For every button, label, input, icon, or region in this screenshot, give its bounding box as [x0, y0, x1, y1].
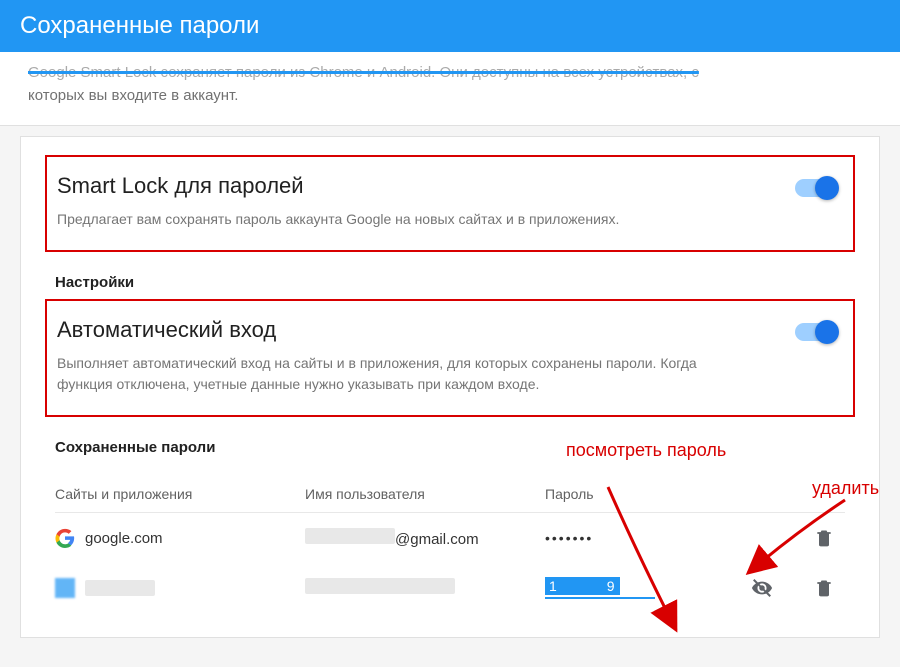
- blurred-username: [305, 578, 455, 594]
- smartlock-title: Smart Lock для паролей: [57, 173, 843, 199]
- column-pass: Пароль: [545, 486, 675, 502]
- intro-line1-struck: Google Smart Lock сохраняет пароли из Ch…: [28, 64, 699, 81]
- show-password-button[interactable]: [751, 577, 773, 599]
- settings-card: Smart Lock для паролей Предлагает вам со…: [20, 136, 880, 638]
- toggle-knob: [815, 320, 839, 344]
- column-user: Имя пользователя: [305, 486, 545, 502]
- smartlock-desc: Предлагает вам сохранять пароль аккаунта…: [57, 209, 697, 230]
- pass-cell: •••••••: [545, 530, 675, 547]
- delete-button[interactable]: [813, 527, 835, 549]
- google-icon: [55, 528, 75, 548]
- toggle-knob: [815, 176, 839, 200]
- settings-heading: Настройки: [45, 252, 855, 299]
- intro-text: Google Smart Lock сохраняет пароли из Ch…: [0, 52, 900, 126]
- intro-line2: которых вы входите в аккаунт.: [28, 87, 238, 104]
- blurred-site: [85, 580, 155, 596]
- autologin-toggle[interactable]: [795, 323, 835, 341]
- user-suffix: @gmail.com: [395, 531, 479, 548]
- site-cell[interactable]: google.com: [55, 528, 305, 548]
- user-cell: [305, 578, 545, 598]
- autologin-desc: Выполняет автоматический вход на сайты и…: [57, 353, 697, 395]
- table-header: Сайты и приложения Имя пользователя Паро…: [55, 472, 845, 513]
- autologin-section: Автоматический вход Выполняет автоматиче…: [45, 299, 855, 417]
- eye-off-icon: [751, 577, 773, 599]
- password-reveal: 1 9: [545, 577, 620, 595]
- autologin-title: Автоматический вход: [57, 317, 843, 343]
- site-cell[interactable]: [55, 578, 305, 598]
- smartlock-section: Smart Lock для паролей Предлагает вам со…: [45, 155, 855, 252]
- password-mask: •••••••: [545, 530, 593, 546]
- pass-cell: 1 9: [545, 578, 655, 599]
- trash-icon: [814, 528, 834, 548]
- site-icon-blurred: [55, 578, 75, 598]
- blurred-username: [305, 528, 395, 544]
- table-row: google.com @gmail.com •••••••: [55, 513, 845, 563]
- page-title: Сохраненные пароли: [20, 12, 259, 40]
- site-name: google.com: [85, 530, 163, 547]
- column-site: Сайты и приложения: [55, 486, 305, 502]
- page-header: Сохраненные пароли: [0, 0, 900, 52]
- user-cell: @gmail.com: [305, 528, 545, 548]
- passwords-table: Сайты и приложения Имя пользователя Паро…: [45, 464, 855, 613]
- saved-passwords-heading: Сохраненные пароли: [45, 417, 855, 464]
- trash-icon: [814, 578, 834, 598]
- smartlock-toggle[interactable]: [795, 179, 835, 197]
- delete-button[interactable]: [813, 577, 835, 599]
- table-row: 1 9: [55, 563, 845, 613]
